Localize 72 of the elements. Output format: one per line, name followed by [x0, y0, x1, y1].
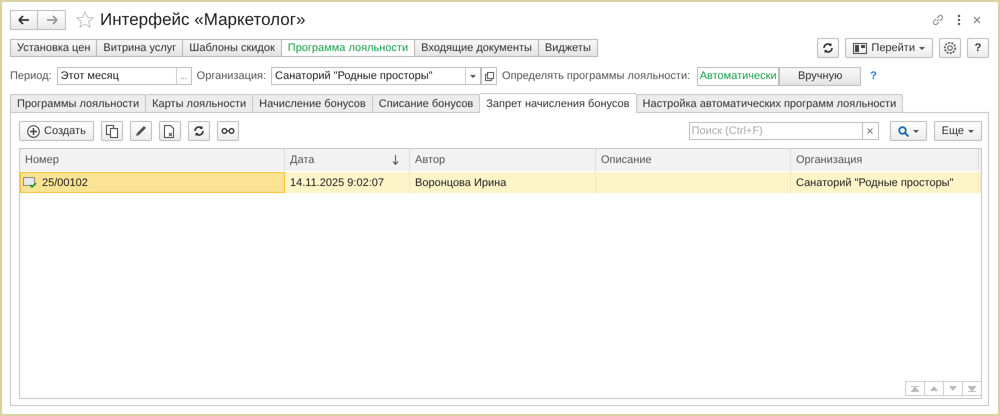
delete-mark-button[interactable] [158, 121, 181, 141]
period-field[interactable]: Этот месяц ... [56, 67, 192, 85]
more-button[interactable]: Еще [934, 121, 982, 141]
settings-icon [943, 41, 957, 55]
table-cell: 25/00102 [42, 176, 88, 188]
section-tab[interactable]: Шаблоны скидок [183, 39, 282, 57]
section-tab[interactable]: Входящие документы [415, 39, 539, 57]
column-header[interactable]: Дата [285, 149, 410, 171]
organization-field[interactable]: Санаторий "Родные просторы" [271, 67, 482, 85]
table-cell: Воронцова Ирина [415, 176, 506, 188]
down-icon [949, 386, 957, 391]
caret-icon [919, 46, 925, 50]
pencil-icon [134, 125, 147, 137]
up-icon [930, 386, 938, 391]
panels-icon [853, 42, 868, 54]
edit-button[interactable] [130, 121, 152, 141]
tab[interactable]: Списание бонусов [372, 94, 480, 112]
section-tab[interactable]: Установка цен [10, 39, 98, 57]
settings-button[interactable] [939, 38, 961, 58]
link-icon[interactable] [931, 13, 945, 27]
tab[interactable]: Запрет начисления бонусов [480, 93, 637, 113]
section-tab[interactable]: Виджеты [538, 39, 598, 57]
search-button[interactable] [890, 121, 927, 141]
left-arrow-icon [18, 15, 30, 25]
column-header[interactable]: Организация [791, 149, 979, 171]
table-cell: 14.11.2025 9:02:07 [290, 176, 384, 188]
create-button[interactable]: Создать [19, 121, 94, 141]
last-icon [968, 386, 976, 392]
clear-button[interactable] [862, 122, 879, 140]
tab[interactable]: Карты лояльности [146, 94, 254, 112]
table-row[interactable]: 25/00102 14.11.2025 9:02:07 Воронцова Ирина Санаторий "Родные просторы" [20, 172, 981, 193]
mode-option[interactable]: Вручную [779, 66, 862, 86]
close-icon [867, 128, 874, 134]
column-header[interactable]: Описание [596, 149, 791, 171]
glasses-icon [220, 128, 235, 134]
tab[interactable]: Настройка автоматических программ лояльности [636, 94, 904, 112]
caret-icon [968, 130, 974, 132]
open-button[interactable] [481, 67, 498, 85]
back-button[interactable] [10, 10, 38, 30]
view-button[interactable] [216, 121, 239, 141]
copy-button[interactable] [100, 121, 123, 141]
caret-icon [912, 130, 919, 132]
plus-circle-icon [27, 124, 40, 138]
column-header[interactable]: Номер [20, 149, 285, 171]
right-arrow-icon [46, 15, 58, 25]
copy-icon [106, 124, 118, 138]
open-icon [484, 72, 494, 80]
document-posted-icon [23, 176, 37, 188]
goto-button[interactable]: Перейти [845, 38, 933, 58]
period-label: Период: [10, 70, 52, 82]
document-cross-icon [164, 124, 176, 138]
help-button[interactable]: ? [967, 38, 989, 58]
refresh-icon [822, 42, 834, 54]
refresh-icon [192, 125, 205, 137]
organization-label: Организация: [196, 70, 266, 82]
search-icon [898, 126, 909, 136]
table-cell: Санаторий "Родные просторы" [796, 176, 954, 188]
mode-label: Определять программы лояльности: [502, 70, 690, 82]
refresh-button[interactable] [817, 38, 840, 58]
caret-icon [470, 74, 476, 78]
close-icon[interactable] [973, 16, 981, 24]
refresh-button[interactable] [188, 121, 210, 141]
first-icon [911, 386, 919, 392]
section-tab[interactable]: Витрина услуг [97, 39, 184, 57]
more-icon[interactable] [957, 14, 961, 26]
tab[interactable]: Начисление бонусов [253, 94, 373, 112]
search-field[interactable]: Поиск (Ctrl+F) [688, 122, 862, 140]
window-title: Интерфейс «Маркетолог» [100, 10, 306, 30]
help-link[interactable]: ? [870, 70, 877, 82]
star-icon[interactable] [76, 11, 94, 29]
column-header[interactable]: Автор [410, 149, 596, 171]
tab[interactable]: Программы лояльности [10, 94, 146, 112]
